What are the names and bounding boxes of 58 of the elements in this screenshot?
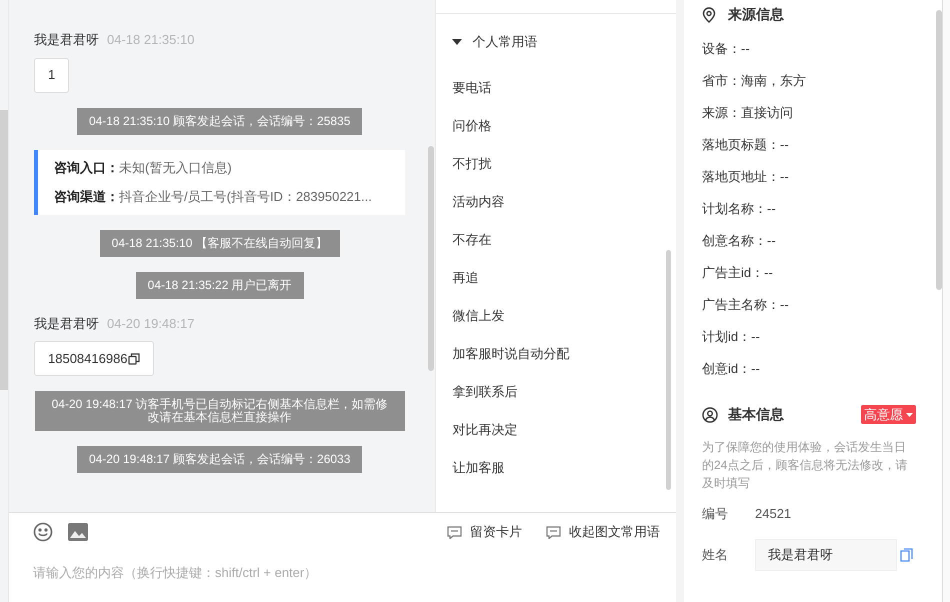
section-title: 基本信息 xyxy=(728,405,784,424)
message-time: 04-20 19:48:17 xyxy=(107,314,194,332)
source-field: 创意名称：-- xyxy=(702,231,916,250)
user-icon xyxy=(702,406,718,422)
source-field: 省市：海南，东方 xyxy=(702,71,916,90)
name-input[interactable]: 我是君君呀 xyxy=(755,539,897,571)
phrase-group-toggle[interactable]: 个人常用语 xyxy=(452,32,666,52)
system-notice: 04-20 19:48:17 访客手机号已自动标记右侧基本信息栏，如需修改请在基本信息栏直接操作 xyxy=(34,391,405,431)
system-notice: 04-18 21:35:10 【客服不在线自动回复】 xyxy=(100,230,340,256)
phrase-item[interactable]: 不存在 xyxy=(452,230,666,248)
caret-icon xyxy=(906,412,913,416)
caret-icon xyxy=(452,38,462,45)
info-value: 未知(暂无入口信息) xyxy=(119,158,232,177)
field-label: 姓名 xyxy=(702,546,729,564)
phrase-item[interactable]: 加客服时说自动分配 xyxy=(452,344,666,362)
section-title: 来源信息 xyxy=(728,5,784,24)
system-notice: 04-18 21:35:10 顾客发起会话，会话编号：25835 xyxy=(76,108,362,134)
source-field: 创意id：-- xyxy=(702,359,916,378)
phrase-item[interactable]: 对比再决定 xyxy=(452,420,666,438)
phrase-item[interactable]: 不打扰 xyxy=(452,154,666,172)
source-field: 计划id：-- xyxy=(702,327,916,346)
message-bubble: 1 xyxy=(34,58,70,92)
notice-text: 为了保障您的使用体验，会话发生当日的24点之后，顾客信息将无法修改，请及时填写 xyxy=(702,439,908,492)
composer-action[interactable]: 留资卡片 xyxy=(447,522,522,542)
field-label: 编号 xyxy=(702,505,729,523)
composer-action[interactable]: 收起图文常用语 xyxy=(546,522,660,542)
info-label: 咨询入口： xyxy=(54,158,119,176)
source-field: 设备：-- xyxy=(702,39,916,58)
system-notice: 04-18 21:35:22 用户已离开 xyxy=(136,272,304,298)
phrase-item[interactable]: 让加客服 xyxy=(452,458,666,476)
source-field: 广告主id：-- xyxy=(702,263,916,282)
system-notice: 04-20 19:48:17 顾客发起会话，会话编号：26033 xyxy=(76,446,362,473)
source-field: 来源：直接访问 xyxy=(702,103,916,122)
phrase-item[interactable]: 再追 xyxy=(452,268,666,286)
source-field: 计划名称：-- xyxy=(702,199,916,218)
message-icon xyxy=(546,526,561,538)
message-time: 04-18 21:35:10 xyxy=(107,31,194,49)
sender-name: 我是君君呀 xyxy=(34,31,99,49)
field-value: 24521 xyxy=(755,505,792,523)
info-value: 抖音企业号/员工号(抖音号ID：283950221... xyxy=(119,188,372,206)
message-input[interactable]: 请输入您的内容（换行快捷键：shift/ctrl + enter） xyxy=(9,551,676,602)
sender-name: 我是君君呀 xyxy=(34,314,99,332)
phrase-item[interactable]: 微信上发 xyxy=(452,306,666,324)
message-bubble: 18508416986 xyxy=(34,341,154,376)
info-label: 咨询渠道： xyxy=(54,188,119,206)
source-field: 广告主名称：-- xyxy=(702,295,916,314)
intent-tag[interactable]: 高意愿 xyxy=(861,405,916,424)
emoji-icon[interactable] xyxy=(33,522,53,542)
copy-icon[interactable] xyxy=(128,352,140,364)
phrase-item[interactable]: 活动内容 xyxy=(452,192,666,210)
phrase-item[interactable]: 拿到联系后 xyxy=(452,382,666,400)
source-field: 落地页标题：-- xyxy=(702,135,916,154)
phrase-item[interactable]: 问价格 xyxy=(452,116,666,134)
location-pin-icon xyxy=(702,6,716,22)
message-icon xyxy=(447,526,462,538)
phrase-item[interactable]: 要电话 xyxy=(452,78,666,96)
image-icon[interactable] xyxy=(68,523,88,541)
source-field: 落地页地址：-- xyxy=(702,167,916,186)
